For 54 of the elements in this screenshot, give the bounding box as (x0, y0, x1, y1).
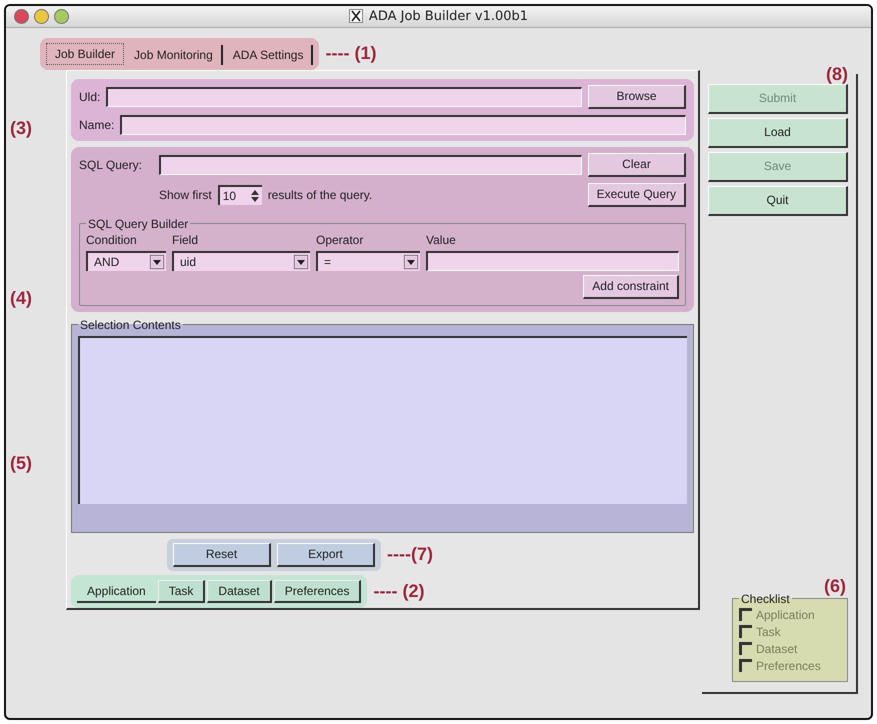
results-suffix-label: results of the query. (268, 188, 374, 202)
x-logo-icon (348, 9, 363, 24)
add-constraint-button[interactable]: Add constraint (583, 274, 679, 299)
annotation-label: (5) (10, 452, 32, 473)
operator-dropdown[interactable]: = (316, 250, 420, 271)
field-dropdown[interactable]: uid (172, 250, 310, 271)
tab[interactable]: Preferences (274, 580, 362, 603)
tab[interactable]: Dataset (207, 580, 272, 603)
annotation-label: (8) (826, 64, 848, 84)
browse-button[interactable]: Browse (588, 84, 686, 109)
name-label: Name: (79, 118, 114, 132)
annotation-label: (3) (10, 118, 32, 138)
sql-query-field[interactable] (159, 154, 582, 175)
tab[interactable]: Task (158, 580, 206, 603)
condition-dropdown[interactable]: AND (86, 250, 166, 271)
annotation-label: (6) (824, 576, 846, 596)
dropdown-arrow-icon[interactable] (294, 254, 308, 269)
minimize-icon[interactable] (34, 8, 49, 24)
side-button[interactable]: Load (708, 118, 848, 148)
column-label: Field (172, 232, 200, 247)
show-first-label: Show first (159, 188, 212, 202)
tab[interactable]: Application (77, 580, 156, 603)
checklist-label: Dataset (756, 642, 798, 656)
annotation-label: ---- (1) (325, 43, 376, 64)
annotation-label: (4) (10, 288, 32, 308)
column-label: Value (426, 232, 457, 247)
group-title: Selection Contents (79, 318, 182, 332)
window-title: ADA Job Builder v1.00b1 (368, 8, 528, 24)
dropdown-arrow-icon[interactable] (404, 254, 418, 269)
spin-arrows-icon[interactable] (250, 188, 260, 204)
name-field[interactable] (120, 114, 686, 135)
zoom-icon[interactable] (54, 8, 69, 24)
result-count-spinner[interactable]: 10 (218, 184, 262, 205)
checklist-label: Task (756, 624, 781, 639)
uid-label: Uld: (79, 90, 100, 104)
value-field[interactable] (426, 250, 679, 271)
annotation-label: ----(7) (387, 544, 433, 566)
column-label: Operator (316, 232, 364, 247)
tab[interactable]: Job Builder (46, 42, 124, 65)
dropdown-arrow-icon[interactable] (150, 254, 164, 269)
group-title: SQL Query Builder (87, 216, 190, 231)
column-label: Condition (86, 232, 138, 247)
checklist-label: Preferences (756, 658, 821, 673)
group-title: Checklist (740, 592, 791, 606)
action-button[interactable]: Reset (173, 542, 271, 567)
uid-field[interactable] (106, 86, 582, 107)
close-icon[interactable] (14, 8, 29, 24)
sql-query-label: SQL Query: (79, 158, 143, 172)
checklist-label: Application (756, 608, 815, 622)
side-button[interactable]: Quit (708, 186, 848, 216)
clear-button[interactable]: Clear (588, 152, 686, 177)
annotation-label: ---- (2) (373, 580, 424, 602)
execute-query-button[interactable]: Execute Query (588, 182, 686, 207)
action-button[interactable]: Export (277, 542, 375, 567)
